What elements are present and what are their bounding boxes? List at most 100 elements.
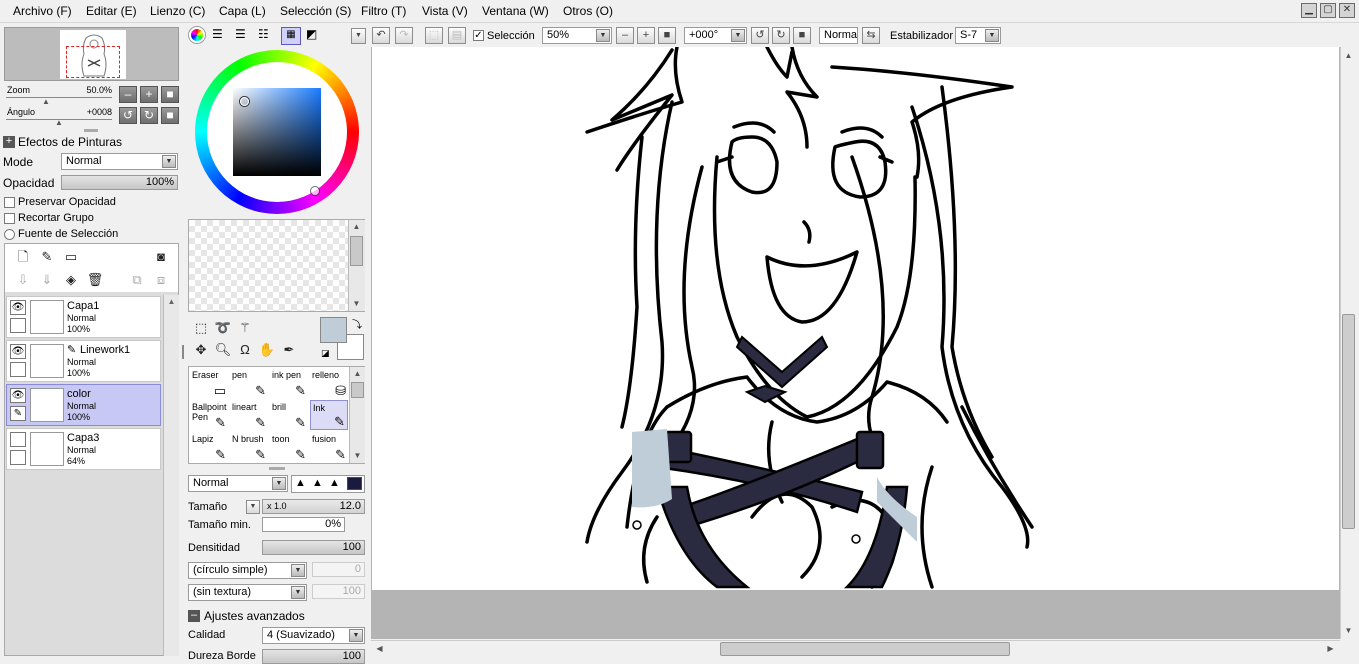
navigator-viewport-rect[interactable] [66, 46, 120, 78]
brush-shape-medium-icon[interactable]: ▲ [312, 477, 323, 489]
canvas[interactable] [372, 45, 1339, 590]
swatch-scroll-thumb[interactable] [350, 236, 363, 266]
layer-row[interactable]: Capa3 Normal 64% [6, 428, 161, 470]
brush-slot[interactable]: N brush ✎ [230, 432, 268, 462]
hand-icon[interactable]: ✋ [258, 341, 276, 359]
swatches-tab-icon[interactable]: ▦ [281, 27, 301, 45]
view-blend-field[interactable]: Normal [819, 27, 858, 44]
scroll-up-icon[interactable]: ▲ [350, 367, 365, 380]
flip-horizontal-button[interactable]: ⇆ [862, 27, 880, 44]
sv-picker-marker[interactable] [240, 97, 249, 106]
layer-row[interactable]: 👁 ✎ color Normal 100% [6, 384, 161, 426]
brush-shape-hard-icon[interactable]: ▲ [329, 477, 340, 489]
brush-shape-soft-icon[interactable]: ▲ [295, 477, 306, 489]
panel-menu-dropdown[interactable]: ▼ [351, 28, 366, 44]
brush-slot[interactable]: lineart ✎ [230, 400, 268, 430]
color-swatches-grid[interactable] [188, 219, 365, 312]
brush-slot[interactable]: Ink ✎ [310, 400, 348, 430]
brush-shape-amount[interactable]: 0 [312, 562, 365, 577]
scroll-up-icon[interactable]: ▲ [164, 295, 179, 309]
menu-filtro[interactable]: Filtro (T) [361, 4, 406, 18]
zoom-slider[interactable] [6, 97, 112, 98]
layer-scrollbar[interactable]: ▲ [163, 295, 179, 656]
brush-scroll-thumb[interactable] [351, 382, 364, 398]
canvas-vertical-scrollbar[interactable]: ▲ ▼ [1340, 47, 1356, 639]
canvas-horizontal-scrollbar[interactable]: ◀ ▶ [371, 640, 1340, 657]
merge-down-icon[interactable]: ⇓ [38, 271, 56, 289]
scroll-left-icon[interactable]: ◀ [373, 642, 386, 656]
layer-options-icon[interactable]: ⧉ [128, 271, 146, 289]
scroll-down-icon[interactable]: ▼ [349, 297, 364, 310]
transfer-down-icon[interactable]: ⇩ [14, 271, 32, 289]
brush-slot[interactable]: Eraser ▭ [190, 368, 228, 398]
brush-slot[interactable]: Lapiz ✎ [190, 432, 228, 462]
menu-lienzo[interactable]: Lienzo (C) [150, 4, 205, 18]
brush-slot[interactable]: brill ✎ [270, 400, 308, 430]
layer-mode-select[interactable]: Normal ▼ [61, 153, 178, 170]
lock-icon[interactable] [10, 362, 26, 377]
menu-editar[interactable]: Editar (E) [86, 4, 137, 18]
rotate-icon[interactable]: Ω [236, 341, 254, 359]
selection-source-radio[interactable] [4, 229, 15, 240]
panel-splitter-vertical[interactable] [182, 345, 184, 359]
menu-capa[interactable]: Capa (L) [219, 4, 266, 18]
canvas-vscroll-thumb[interactable] [1342, 314, 1355, 529]
swap-colors-icon[interactable]: ⤵ [352, 316, 362, 331]
canvas-viewport[interactable] [371, 45, 1340, 639]
brush-shape-square-icon[interactable] [347, 477, 362, 490]
brush-shape-select[interactable]: (círculo simple) ▼ [188, 562, 307, 579]
layer-mask-icon[interactable]: ◙ [152, 248, 170, 266]
preserve-opacity-checkbox[interactable] [4, 197, 15, 208]
brush-slot[interactable]: relleno ⛁ [310, 368, 348, 398]
move-icon[interactable]: ✥ [192, 341, 210, 359]
toolbar-rotate-right-button[interactable]: ↻ [772, 27, 790, 44]
brush-target-icon[interactable]: ✎ [10, 406, 26, 421]
brush-blend-select[interactable]: Normal ▼ [188, 475, 288, 492]
toolbar-zoom-out-button[interactable]: – [616, 27, 634, 44]
brush-slot[interactable]: toon ✎ [270, 432, 308, 462]
undo-button[interactable]: ↶ [372, 27, 390, 44]
toolbar-zoom-reset-button[interactable]: ■ [658, 27, 676, 44]
eye-icon[interactable]: 👁 [10, 388, 26, 403]
layer-row[interactable]: 👁 Linework1 Normal 100% ✎ [6, 340, 161, 382]
canvas-hscroll-thumb[interactable] [720, 642, 1010, 656]
trash-icon[interactable]: 🗑 [86, 271, 104, 289]
zoom-reset-button[interactable]: ■ [161, 86, 179, 103]
deselect-button[interactable]: ⬚ [425, 27, 443, 44]
menu-archivo[interactable]: Archivo (F) [13, 4, 72, 18]
new-folder-icon[interactable]: ▭ [62, 248, 80, 266]
minimize-button[interactable]: ▁ [1301, 3, 1317, 18]
hsv-sliders-tab-icon[interactable]: ☰ [235, 28, 249, 42]
toolbar-zoom-in-button[interactable]: + [637, 27, 655, 44]
size-slider[interactable]: x 1.0 12.0 [262, 499, 365, 514]
hue-picker-marker[interactable] [310, 186, 320, 196]
brush-slot[interactable]: pen ✎ [230, 368, 268, 398]
layer-row[interactable]: 👁 Capa1 Normal 100% [6, 296, 161, 338]
clear-layer-icon[interactable]: ◈ [62, 271, 80, 289]
angle-select[interactable]: +000° ▼ [684, 27, 747, 44]
zoom-select[interactable]: 50% ▼ [542, 27, 612, 44]
toolbar-rotate-left-button[interactable]: ↺ [751, 27, 769, 44]
density-slider[interactable]: 100 [262, 540, 365, 555]
selection-checkbox[interactable]: ✓ [473, 30, 484, 41]
zoom-out-button[interactable]: – [119, 86, 137, 103]
close-button[interactable]: ✕ [1339, 3, 1355, 18]
brush-slot[interactable]: Ballpoint Pen ✎ [190, 400, 228, 430]
zoom-in-button[interactable]: + [140, 86, 158, 103]
menu-seleccion[interactable]: Selección (S) [280, 4, 351, 18]
opacity-bar[interactable]: 100% [61, 175, 178, 190]
lock-icon[interactable] [10, 450, 26, 465]
zoom-icon[interactable]: 🔍︎ [214, 341, 232, 359]
navigator-preview[interactable] [4, 27, 179, 81]
magic-wand-icon[interactable]: ⚚ [236, 319, 254, 337]
rect-select-icon[interactable]: ⬚ [192, 319, 210, 337]
rotate-reset-button[interactable]: ■ [161, 107, 179, 124]
eye-icon[interactable]: 👁 [10, 300, 26, 315]
primary-color-swatch[interactable] [320, 317, 347, 343]
eye-hidden-icon[interactable] [10, 432, 26, 447]
scroll-up-icon[interactable]: ▲ [1341, 49, 1356, 62]
color-wheel-tab-icon[interactable] [189, 27, 205, 43]
maximize-button[interactable]: ▢ [1320, 3, 1336, 18]
lock-icon[interactable] [10, 318, 26, 333]
panel-splitter[interactable] [269, 467, 285, 470]
